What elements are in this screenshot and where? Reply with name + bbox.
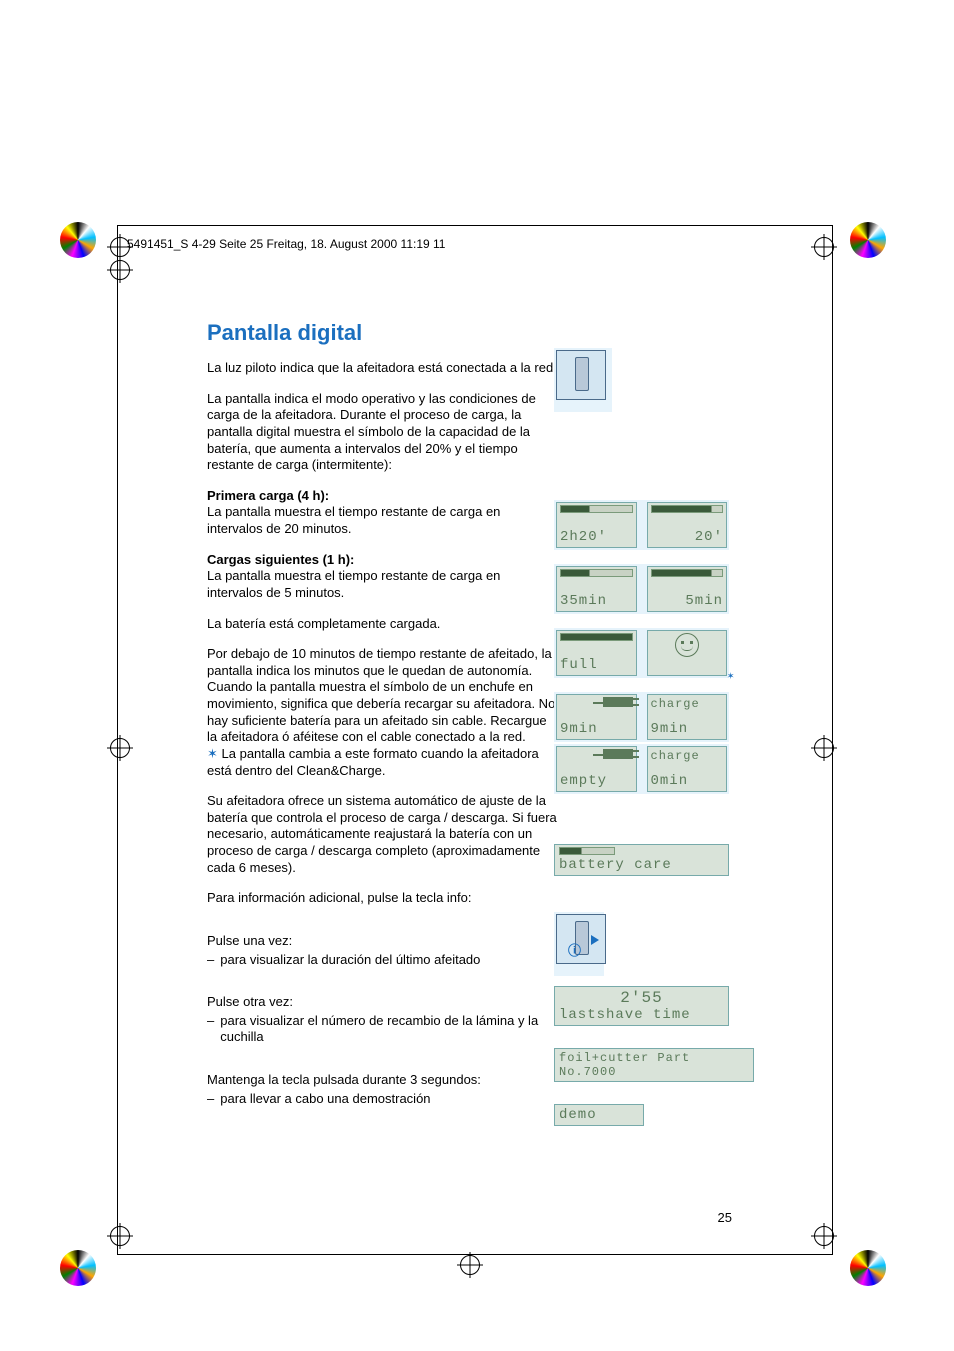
color-rosette-icon [60, 222, 96, 258]
next-charge-block: Cargas siguientes (1 h): La pantalla mue… [207, 552, 559, 602]
star-icon: ✶ [207, 746, 222, 761]
below-10min-text: Por debajo de 10 minutos de tiempo resta… [207, 646, 559, 746]
hold-3s-bullet: –para llevar a cabo una demostración [207, 1091, 559, 1108]
info-key-hint: Para información adicional, pulse la tec… [207, 890, 559, 907]
clean-charge-note: ✶ La pantalla cambia a este formato cuan… [207, 746, 559, 779]
page-number: 25 [718, 1210, 732, 1225]
plug-icon [603, 697, 633, 707]
press-once-bullet: –para visualizar la duración del último … [207, 952, 559, 969]
color-rosette-icon [850, 222, 886, 258]
star-icon: ✶ [727, 669, 734, 683]
color-rosette-icon [850, 1250, 886, 1286]
auto-adjust-text: Su afeitadora ofrece un sistema automáti… [207, 793, 559, 876]
print-header: 5491451_S 4-29 Seite 25 Freitag, 18. Aug… [127, 237, 445, 251]
first-charge-heading: Primera carga (4 h): [207, 488, 329, 503]
press-again-bullet: –para visualizar el número de recambio d… [207, 1013, 559, 1046]
lcd-first-charge: 2h20' 20' [554, 500, 729, 550]
registration-mark-icon [814, 738, 834, 758]
lcd-full: full ✶ [554, 628, 729, 678]
page-title: Pantalla digital [207, 320, 559, 346]
next-charge-text: La pantalla muestra el tiempo restante d… [207, 568, 500, 600]
registration-mark-icon [110, 1226, 130, 1246]
arrow-right-icon [591, 935, 599, 945]
lcd-last-shave: 2'55 lastshave time [554, 986, 729, 1026]
press-again-label: Pulse otra vez: [207, 994, 559, 1011]
lcd-low-charge-9min: 9min charge9min [554, 692, 729, 742]
body-text-column: Pantalla digital La luz piloto indica qu… [207, 320, 559, 1107]
lcd-empty: empty charge0min [554, 744, 729, 794]
first-charge-text: La pantalla muestra el tiempo restante d… [207, 504, 500, 536]
registration-mark-icon [814, 237, 834, 257]
lcd-demo: demo [554, 1104, 644, 1126]
intro-paragraph-1: La luz piloto indica que la afeitadora e… [207, 360, 559, 377]
lcd-next-charge: 35min 5min [554, 564, 729, 614]
hold-3s-label: Mantenga la tecla pulsada durante 3 segu… [207, 1072, 559, 1089]
illustration-column: 2h20' 20' 35min 5min full ✶ 9min charge9… [554, 348, 729, 1126]
shaver-info-icon: ⓘ [554, 912, 604, 976]
plug-icon [603, 749, 633, 759]
registration-mark-icon [814, 1226, 834, 1246]
registration-mark-icon [460, 1255, 480, 1275]
info-button-icon: ⓘ [568, 940, 581, 959]
next-charge-heading: Cargas siguientes (1 h): [207, 552, 354, 567]
lcd-foil-cutter: foil+cutter Part No.7000 [554, 1048, 754, 1082]
shaver-top-icon [554, 348, 612, 412]
battery-full-text: La batería está completamente cargada. [207, 616, 559, 633]
press-once-label: Pulse una vez: [207, 933, 559, 950]
color-rosette-icon [60, 1250, 96, 1286]
intro-paragraph-2: La pantalla indica el modo operativo y l… [207, 391, 559, 474]
first-charge-block: Primera carga (4 h): La pantalla muestra… [207, 488, 559, 538]
registration-mark-icon [110, 260, 130, 280]
registration-mark-icon [110, 738, 130, 758]
lcd-battery-care: battery care [554, 844, 729, 876]
